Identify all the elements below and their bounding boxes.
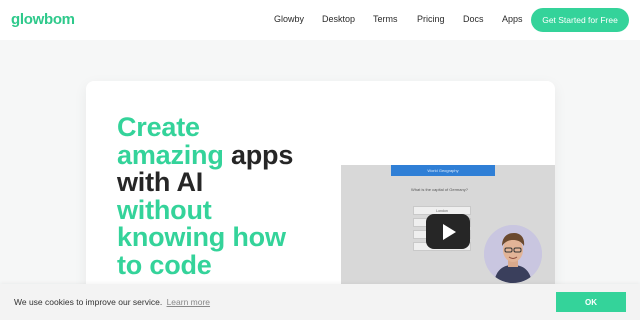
brand-logo[interactable]: glowbom: [11, 11, 75, 28]
nav-link-glowby[interactable]: Glowby: [274, 14, 304, 24]
cookie-message: We use cookies to improve our service. L…: [14, 297, 210, 307]
get-started-button[interactable]: Get Started for Free: [531, 8, 629, 32]
video-quiz-question: What is the capital of Germany?: [411, 187, 468, 192]
nav-link-apps[interactable]: Apps: [502, 14, 523, 24]
video-quiz-header: World Geography: [391, 165, 495, 176]
headline-amazing: amazing: [117, 139, 224, 170]
headline-create: Create: [117, 112, 200, 142]
nav-link-terms[interactable]: Terms: [373, 14, 398, 24]
headline-with-ai: with AI: [117, 167, 204, 197]
cookie-banner: We use cookies to improve our service. L…: [0, 284, 640, 320]
learn-more-link[interactable]: Learn more: [167, 297, 210, 307]
cookie-ok-button[interactable]: OK: [556, 292, 626, 312]
hero-headline: Create amazing apps with AI without know…: [117, 112, 337, 280]
cookie-message-text: We use cookies to improve our service.: [14, 297, 163, 307]
top-navbar: glowbom Glowby Desktop Terms Pricing Doc…: [0, 0, 640, 40]
nav-link-docs[interactable]: Docs: [463, 14, 484, 24]
headline-apps: apps: [230, 139, 294, 170]
nav-link-desktop[interactable]: Desktop: [322, 14, 355, 24]
headline-without: without: [117, 194, 212, 225]
play-button[interactable]: [426, 214, 470, 249]
headline-to-code: to code: [117, 249, 212, 280]
headline-knowing-how: knowing how: [117, 222, 286, 252]
presenter-avatar: [484, 225, 542, 283]
play-icon: [443, 223, 456, 240]
nav-link-pricing[interactable]: Pricing: [417, 14, 445, 24]
